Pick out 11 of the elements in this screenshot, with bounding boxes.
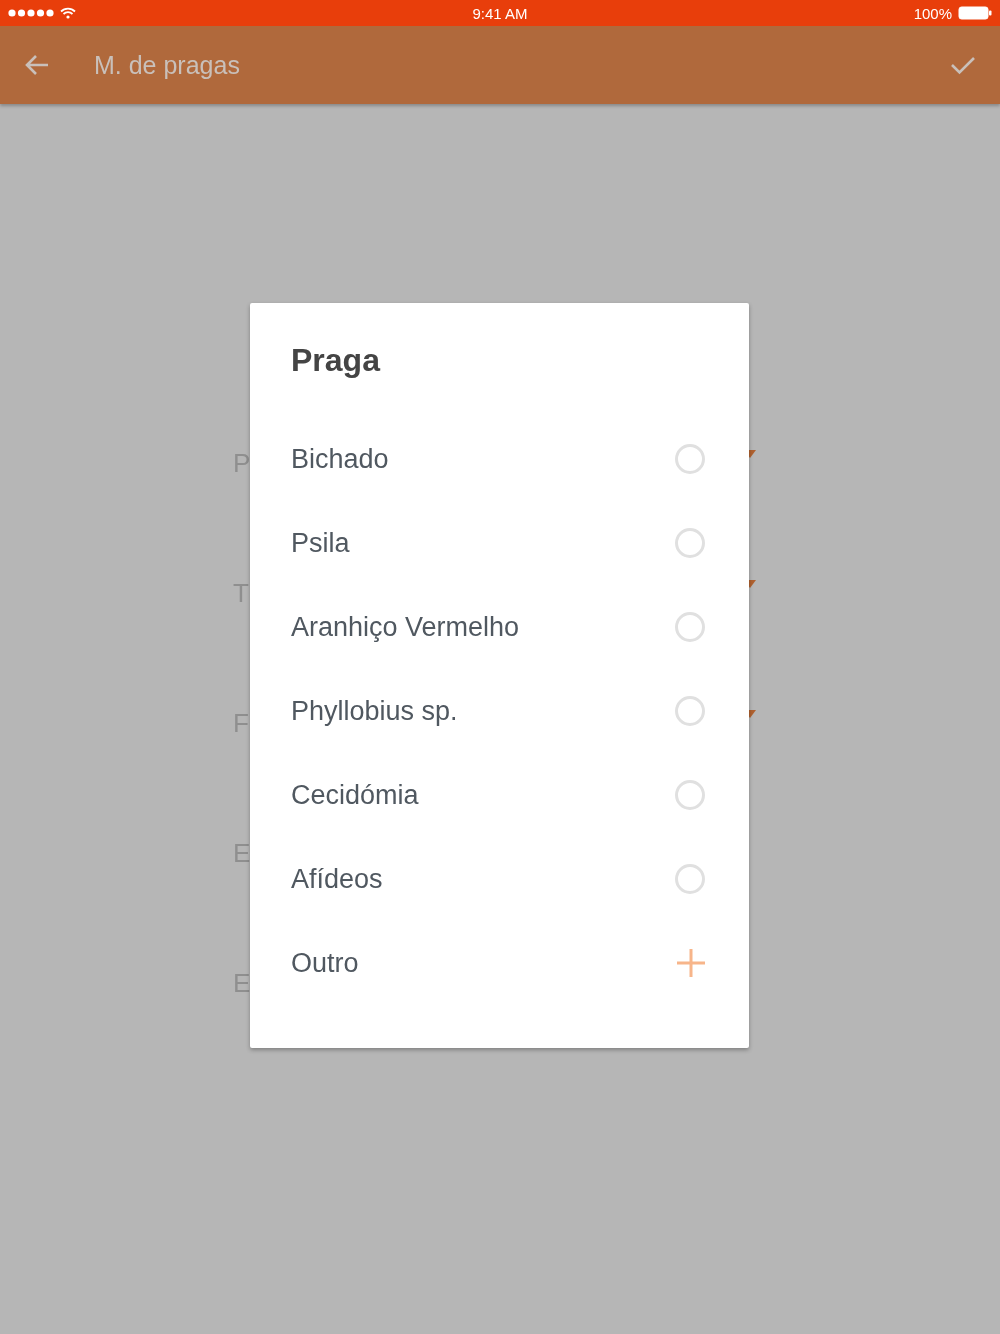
- option-label: Aranhiço Vermelho: [291, 611, 520, 643]
- status-time: 9:41 AM: [472, 4, 528, 22]
- battery-percent: 100%: [913, 4, 952, 22]
- option-label: Phyllobius sp.: [291, 695, 458, 727]
- option-label: Cecidómia: [291, 779, 419, 811]
- app-bar-title: M. de pragas: [94, 50, 241, 80]
- option-label: Afídeos: [291, 863, 383, 895]
- dialog-title: Praga: [291, 343, 382, 380]
- option-label: Bichado: [291, 443, 389, 475]
- option-label: Psila: [291, 527, 350, 559]
- option-label: Outro: [291, 947, 359, 979]
